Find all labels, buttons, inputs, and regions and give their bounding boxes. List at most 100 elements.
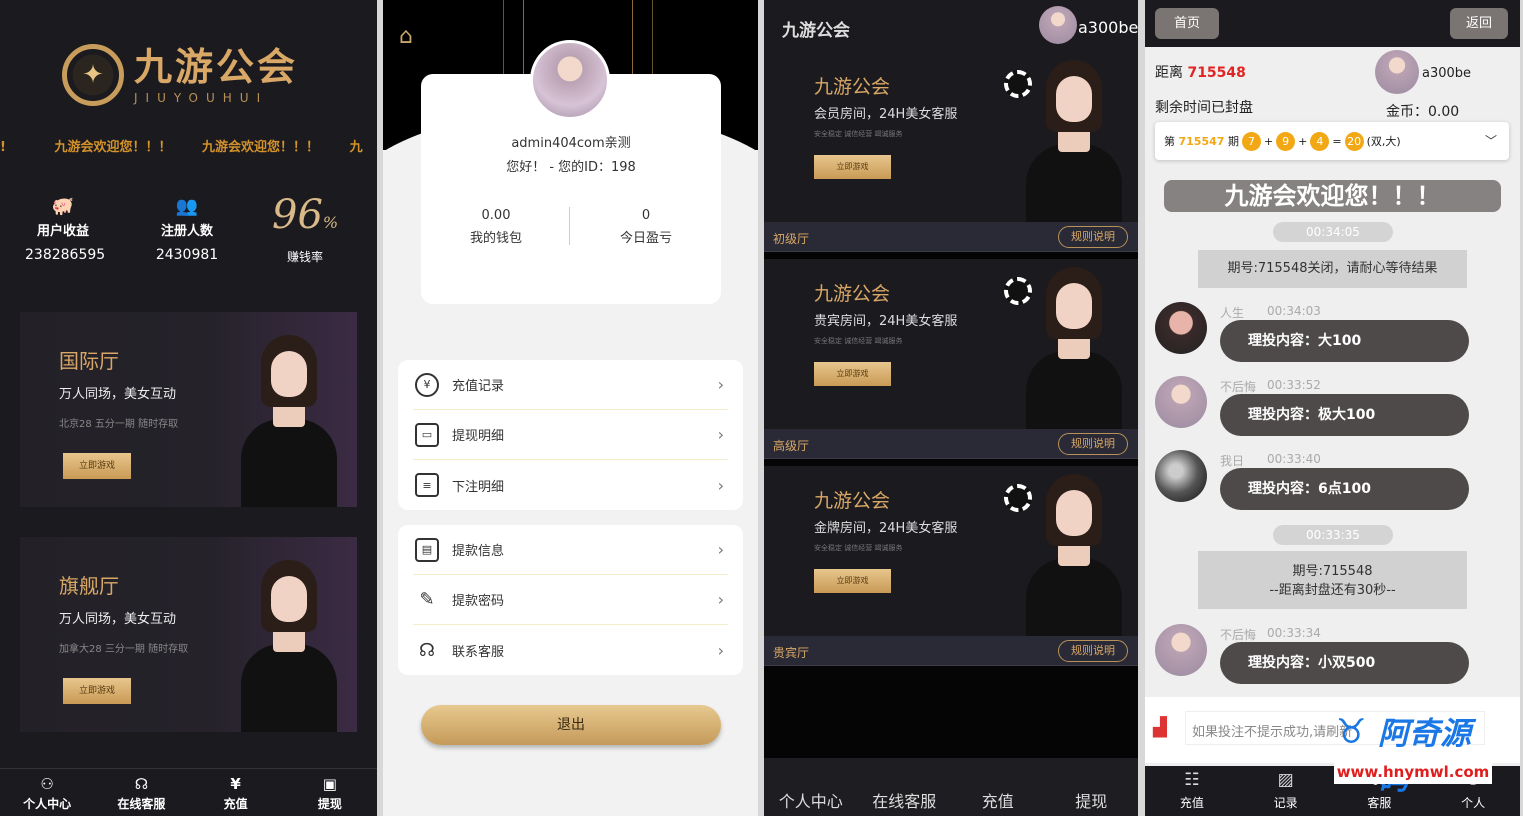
piggy-bank-icon: 🐖 bbox=[51, 196, 75, 217]
room-note: 安全稳定 诚信经营 竭诚服务 bbox=[814, 544, 903, 552]
hall-card-international[interactable]: 国际厅 万人同场，美女互动 北京28 五分一期 随时存取 立即游戏 bbox=[20, 312, 357, 507]
result-op: + bbox=[1263, 134, 1274, 148]
timestamp: 00:33:35 bbox=[1273, 525, 1393, 545]
headset-icon: ☊ bbox=[419, 639, 435, 661]
distance-label: 距离 bbox=[1155, 65, 1183, 81]
tab-recharge[interactable]: ☷ 充值 bbox=[1145, 766, 1239, 816]
menu-withdraw-details[interactable]: ▭ 提现明细 › bbox=[413, 410, 728, 460]
menu-contact-service[interactable]: ☊ 联系客服 › bbox=[413, 625, 728, 675]
room-title: 九游公会 bbox=[814, 490, 891, 512]
hall-name: 初级厅 bbox=[773, 232, 810, 246]
receipt-icon: ≡ bbox=[415, 473, 439, 497]
menu-withdraw-password[interactable]: ✎ 提款密码 › bbox=[413, 575, 728, 625]
system-line: --距离封盘还有30秒-- bbox=[1269, 583, 1396, 598]
tab-online-service[interactable]: ☊ 在线客服 bbox=[94, 769, 188, 816]
hall-subtitle: 万人同场，美女互动 bbox=[59, 612, 177, 627]
tab-label: 个人 bbox=[1461, 796, 1486, 810]
logout-button[interactable]: 退出 bbox=[421, 705, 721, 745]
win-rate-value: 96 bbox=[272, 192, 323, 238]
last-result-dropdown[interactable]: 第 715547 期 7 + 9 + 4 = 20 (双,大) ﹀ bbox=[1155, 122, 1509, 160]
home-icon[interactable]: ⌂ bbox=[399, 24, 413, 49]
hall-bar-vip: 贵宾厅 规则说明 bbox=[764, 636, 1138, 666]
sender-name: 不后悔 bbox=[1220, 380, 1257, 394]
menu-label: 下注明细 bbox=[452, 479, 505, 495]
tab-label: 提现 bbox=[317, 797, 342, 811]
room-title: 九游公会 bbox=[814, 76, 891, 98]
hall-card-flagship[interactable]: 旗舰厅 万人同场，美女互动 加拿大28 三分一期 随时存取 立即游戏 bbox=[20, 537, 357, 732]
wallet-balance[interactable]: 0.00 我的钱包 bbox=[421, 208, 571, 250]
pencil-ruler-icon: ✎ bbox=[419, 589, 435, 610]
system-line: 期号:715548 bbox=[1292, 564, 1373, 579]
avatar bbox=[530, 40, 610, 120]
room-note: 安全稳定 诚信经营 竭诚服务 bbox=[814, 337, 903, 345]
chevron-right-icon: › bbox=[717, 375, 724, 394]
hall-title: 国际厅 bbox=[59, 349, 119, 373]
tab-personal-center[interactable]: ⚇ 个人中心 bbox=[0, 769, 94, 816]
menu-label: 提现明细 bbox=[452, 429, 505, 444]
wallet-label: 我的钱包 bbox=[469, 231, 522, 246]
tab-recharge[interactable]: 充值 bbox=[951, 758, 1045, 816]
hall-name: 贵宾厅 bbox=[773, 646, 810, 660]
stat-users: 👥 注册人数 2430981 bbox=[150, 196, 224, 263]
hall-subtitle: 万人同场，美女互动 bbox=[59, 387, 177, 402]
distance-period: 715548 bbox=[1187, 65, 1246, 81]
rules-button[interactable]: 规则说明 bbox=[1058, 640, 1128, 662]
play-now-button[interactable]: 立即游戏 bbox=[814, 155, 891, 179]
tab-withdraw[interactable]: 提现 bbox=[1045, 758, 1139, 816]
play-now-button[interactable]: 立即游戏 bbox=[814, 569, 891, 593]
hostess-image bbox=[233, 327, 343, 507]
play-now-button[interactable]: 立即游戏 bbox=[814, 362, 891, 386]
logo-coin-icon: ✦ bbox=[62, 44, 124, 106]
rules-button[interactable]: 规则说明 bbox=[1058, 433, 1128, 455]
watermark-url: www.hnymwl.com bbox=[1334, 760, 1492, 784]
distance-info: 距离 715548 bbox=[1155, 62, 1246, 82]
rooms-header: 九游公会 a300be bbox=[764, 0, 1138, 52]
play-now-button[interactable]: 立即游戏 bbox=[63, 453, 131, 479]
bottom-tab-bar: ⚇ 个人中心 ☊ 在线客服 ¥ 充值 ▣ 提现 bbox=[0, 768, 377, 816]
tab-personal-center[interactable]: 个人中心 bbox=[764, 758, 858, 816]
marquee-item: ! bbox=[0, 140, 6, 155]
hall-title: 旗舰厅 bbox=[59, 574, 119, 598]
tab-label: 充值 bbox=[223, 797, 248, 811]
room-card-member[interactable]: 九游公会 会员房间，24H美女客服 安全稳定 诚信经营 竭诚服务 立即游戏 bbox=[764, 52, 1138, 222]
play-now-button[interactable]: 立即游戏 bbox=[63, 678, 131, 704]
welcome-banner: 九游会欢迎您！！！ bbox=[1164, 180, 1501, 212]
timestamp: 00:34:05 bbox=[1273, 222, 1393, 242]
result-op: = bbox=[1332, 134, 1342, 148]
tab-withdraw[interactable]: ▣ 提现 bbox=[283, 769, 377, 816]
user-icon: ⚇ bbox=[40, 775, 54, 793]
logo-subtitle: JIUYOUHUI bbox=[134, 91, 269, 105]
home-button[interactable]: 首页 bbox=[1155, 8, 1219, 39]
chevron-right-icon: › bbox=[717, 540, 724, 559]
tab-label: 个人中心 bbox=[23, 797, 72, 811]
logo-title: 九游公会 bbox=[134, 44, 299, 89]
brand-title: 九游公会 bbox=[782, 21, 850, 41]
hall-note: 加拿大28 三分一期 随时存取 bbox=[59, 644, 189, 655]
tab-online-service[interactable]: 在线客服 bbox=[858, 758, 952, 816]
rules-button[interactable]: 规则说明 bbox=[1058, 226, 1128, 248]
win-rate-unit: % bbox=[322, 213, 339, 232]
message-icon: ▤ bbox=[415, 537, 439, 562]
chat-message: 人生 00:34:03 理投内容：大100 bbox=[1145, 302, 1520, 370]
back-button[interactable]: 返回 bbox=[1450, 8, 1508, 39]
menu-recharge-records[interactable]: ¥ 充值记录 › bbox=[413, 360, 728, 410]
menu-bet-details[interactable]: ≡ 下注明细 › bbox=[413, 460, 728, 510]
hostess-image bbox=[1018, 52, 1128, 222]
message-bubble: 理投内容：极大100 bbox=[1220, 394, 1469, 436]
message-time: 00:33:34 bbox=[1267, 626, 1321, 640]
chart-icon[interactable]: ▟ bbox=[1153, 717, 1167, 738]
chevron-down-icon: ﹀ bbox=[1484, 134, 1497, 148]
room-card-gold[interactable]: 九游公会 金牌房间，24H美女客服 安全稳定 诚信经营 竭诚服务 立即游戏 bbox=[764, 466, 1138, 636]
marquee-item: 九游会欢迎您！！！ bbox=[54, 140, 172, 155]
room-card-vip[interactable]: 九游公会 贵宾房间，24H美女客服 安全稳定 诚信经营 竭诚服务 立即游戏 bbox=[764, 259, 1138, 429]
tab-records[interactable]: ▨ 记录 bbox=[1239, 766, 1333, 816]
result-ball: 9 bbox=[1276, 131, 1296, 151]
menu-label: 提款信息 bbox=[452, 544, 505, 559]
today-profit[interactable]: 0 今日盈亏 bbox=[571, 208, 721, 250]
tab-recharge[interactable]: ¥ 充值 bbox=[189, 769, 283, 816]
chat-message: 我日 00:33:40 理投内容：6点100 bbox=[1145, 450, 1520, 518]
home-panel: ✦ 九游公会 JIUYOUHUI ! 九游会欢迎您！！！ 九游会欢迎您！！！ 九… bbox=[0, 0, 377, 816]
menu-withdraw-info[interactable]: ▤ 提款信息 › bbox=[413, 525, 728, 575]
remaining-time: 剩余时间已封盘 bbox=[1155, 100, 1253, 116]
message-time: 00:34:03 bbox=[1267, 304, 1321, 318]
